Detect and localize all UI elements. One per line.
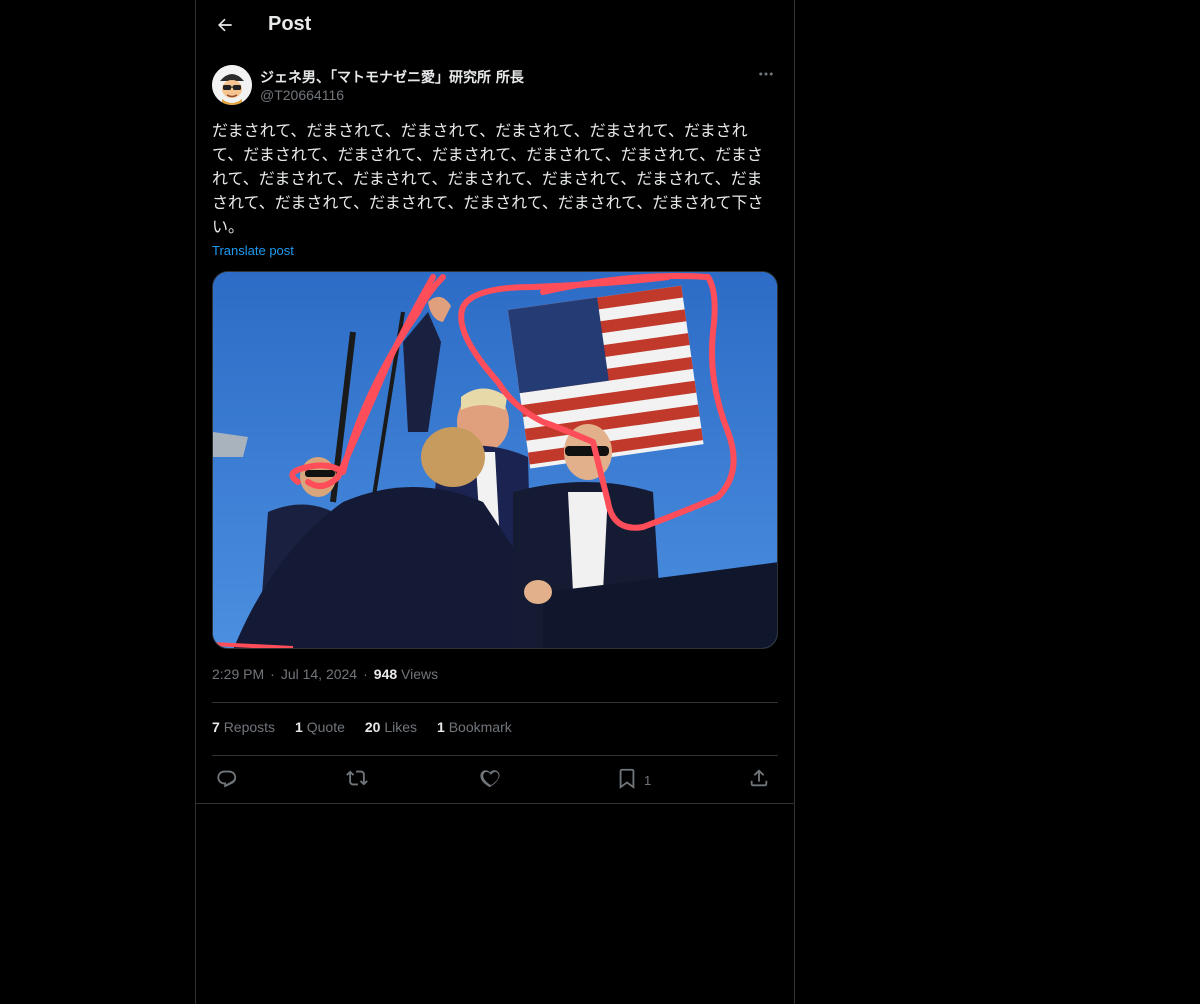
share-icon bbox=[748, 767, 770, 793]
author-row: ジェネ男、「マトモナゼニ愛」研究所 所長 @T20664116 bbox=[212, 64, 778, 106]
like-button[interactable] bbox=[480, 764, 502, 796]
divider bbox=[212, 755, 778, 756]
bookmark-button[interactable]: 1 bbox=[616, 764, 651, 796]
quotes-stat[interactable]: 1 Quote bbox=[295, 719, 345, 735]
post-image[interactable] bbox=[212, 271, 778, 649]
page-title: Post bbox=[268, 13, 312, 35]
post-bottom-border bbox=[196, 803, 794, 804]
bookmarks-stat[interactable]: 1 Bookmark bbox=[437, 719, 512, 735]
arrow-left-icon bbox=[215, 15, 235, 39]
post-meta: 2:29 PM · Jul 14, 2024 · 948 Views bbox=[212, 666, 438, 682]
quotes-count: 1 bbox=[295, 719, 303, 735]
meta-separator: · bbox=[270, 666, 275, 682]
avatar[interactable] bbox=[212, 65, 252, 105]
action-bar: 1 bbox=[212, 764, 778, 796]
bookmarks-label: Bookmark bbox=[448, 719, 512, 735]
likes-count: 20 bbox=[364, 719, 381, 735]
bookmark-icon bbox=[616, 767, 638, 793]
post-column: Post ジェネ男、「マトモナゼニ愛」研究所 所長 @T20664116 だまさ… bbox=[195, 0, 795, 1004]
translate-post-link[interactable]: Translate post bbox=[212, 243, 294, 258]
engagement-stats: 7 Reposts 1 Quote 20 Likes 1 Bookmark bbox=[212, 719, 512, 735]
repost-button[interactable] bbox=[346, 764, 368, 796]
likes-label: Likes bbox=[384, 719, 418, 735]
back-button[interactable] bbox=[208, 10, 242, 44]
reposts-stat[interactable]: 7 Reposts bbox=[212, 719, 275, 735]
avatar-cartoon-icon bbox=[212, 65, 252, 105]
reposts-count: 7 bbox=[212, 719, 220, 735]
likes-stat[interactable]: 20 Likes bbox=[365, 719, 417, 735]
reposts-label: Reposts bbox=[223, 719, 276, 735]
post-text: だまされて、だまされて、だまされて、だまされて、だまされて、だまされて、だまされ… bbox=[212, 121, 764, 236]
quotes-label: Quote bbox=[306, 719, 345, 735]
author-display-name[interactable]: ジェネ男、「マトモナゼニ愛」研究所 所長 bbox=[260, 67, 524, 87]
share-button[interactable] bbox=[748, 764, 770, 796]
author-handle[interactable]: @T20664116 bbox=[260, 87, 344, 103]
views-count: 948 bbox=[373, 666, 398, 682]
bookmarks-count: 1 bbox=[437, 719, 445, 735]
repost-icon bbox=[346, 767, 368, 793]
reply-button[interactable] bbox=[216, 764, 238, 796]
views-label: Views bbox=[401, 666, 439, 682]
meta-separator: · bbox=[363, 666, 368, 682]
bookmark-count: 1 bbox=[644, 772, 652, 788]
reply-icon bbox=[216, 767, 238, 793]
page-header: Post bbox=[196, 0, 794, 54]
rally-photo-image bbox=[213, 272, 777, 648]
heart-icon bbox=[480, 767, 502, 793]
post-date[interactable]: Jul 14, 2024 bbox=[281, 666, 357, 682]
post-time[interactable]: 2:29 PM bbox=[212, 666, 264, 682]
more-options-button[interactable] bbox=[754, 64, 778, 88]
more-horizontal-icon bbox=[757, 65, 775, 87]
divider bbox=[212, 702, 778, 703]
